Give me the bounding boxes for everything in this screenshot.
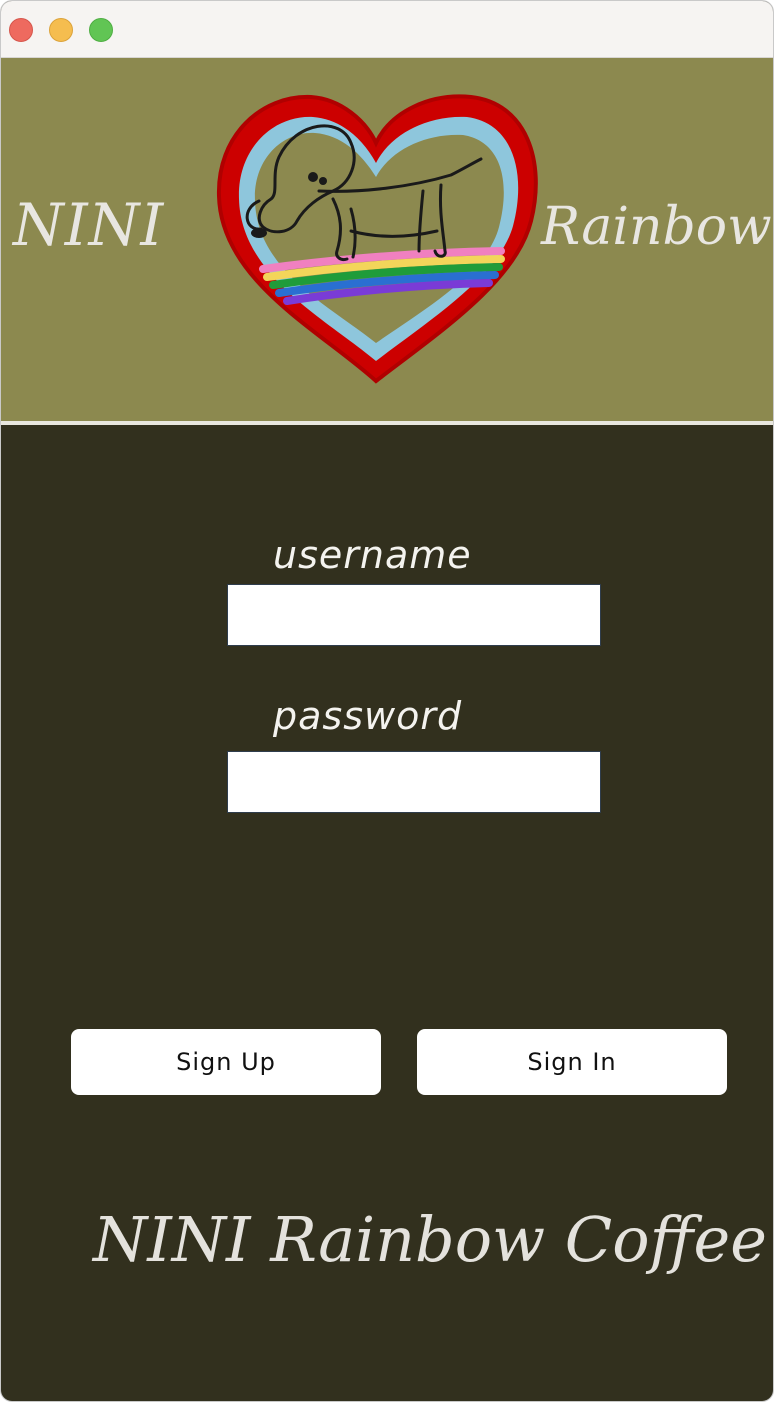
title-bar <box>1 1 773 58</box>
minimize-window-icon[interactable] <box>49 18 73 42</box>
password-input[interactable] <box>227 751 601 813</box>
brand-name-right: Rainbow <box>541 197 772 257</box>
sign-in-button[interactable]: Sign In <box>417 1029 727 1095</box>
maximize-window-icon[interactable] <box>89 18 113 42</box>
footer-brand-text: NINI Rainbow Coffee <box>93 1203 767 1276</box>
password-label: password <box>273 694 463 738</box>
header-divider <box>1 421 773 425</box>
username-input[interactable] <box>227 584 601 646</box>
heart-dog-rainbow-logo-icon <box>216 94 538 384</box>
username-label: username <box>273 533 472 577</box>
app-window: NINI Rainbow username password Sign Up S… <box>0 0 774 1402</box>
close-window-icon[interactable] <box>9 18 33 42</box>
sign-up-button[interactable]: Sign Up <box>71 1029 381 1095</box>
brand-name-left: NINI <box>13 191 165 259</box>
